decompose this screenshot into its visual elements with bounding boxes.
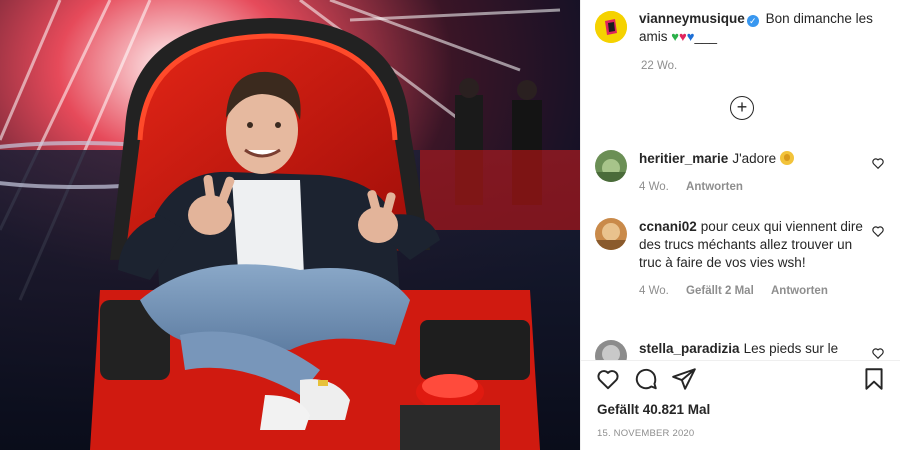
comment-body: heritier_marie J'adore 4 Wo. Antworten: [639, 150, 865, 196]
comment-text: J'adore: [732, 151, 777, 166]
comment-time[interactable]: 4 Wo.: [639, 285, 669, 297]
green-heart-icon: ♥: [671, 29, 679, 44]
clapping-hands-icon: [779, 151, 794, 165]
avatar-image: [595, 150, 627, 182]
caption-suffix: ___: [694, 29, 717, 44]
reply-button[interactable]: Antworten: [686, 181, 743, 193]
red-heart-icon: ♥: [679, 29, 687, 44]
post-photo[interactable]: [0, 0, 580, 450]
comment-item: stella_paradizia Les pieds sur le: [595, 340, 891, 360]
caption-timestamp[interactable]: 22 Wo.: [641, 60, 677, 72]
comment-username[interactable]: ccnani02: [639, 219, 697, 234]
bookmark-icon[interactable]: [861, 366, 887, 392]
action-bar: [595, 366, 887, 394]
commenter-avatar[interactable]: [595, 150, 627, 182]
comment-text: Les pieds sur le: [743, 341, 839, 356]
comment-likes-count[interactable]: Gefällt 2 Mal: [686, 285, 754, 297]
caption-text-block: vianneymusique ✓ Bon dimanche les amis ♥♥…: [639, 10, 891, 46]
comment-body: ccnani02 pour ceux qui viennent dire des …: [639, 218, 865, 300]
comment-meta: 4 Wo. Gefällt 2 Mal Antworten: [639, 282, 865, 300]
comment-heart-icon[interactable]: [871, 224, 885, 238]
heart-icon[interactable]: [595, 366, 621, 392]
comment-heart-icon[interactable]: [871, 346, 885, 360]
reply-button[interactable]: Antworten: [771, 285, 828, 297]
verified-badge-icon: ✓: [746, 15, 759, 27]
comment-icon[interactable]: [633, 366, 659, 392]
photo-illustration: [0, 0, 580, 450]
post-caption: vianneymusique ✓ Bon dimanche les amis ♥♥…: [595, 10, 891, 46]
avatar-image: [595, 218, 627, 250]
comment-heart-icon[interactable]: [871, 156, 885, 170]
author-avatar[interactable]: [595, 11, 627, 43]
commenter-avatar[interactable]: [595, 340, 627, 360]
actions-divider: [581, 360, 900, 361]
avatar-image: [595, 340, 627, 360]
post-sidebar: vianneymusique ✓ Bon dimanche les amis ♥♥…: [580, 0, 900, 450]
author-logo-icon: [595, 11, 627, 43]
commenter-avatar[interactable]: [595, 218, 627, 250]
comment-username[interactable]: heritier_marie: [639, 151, 728, 166]
author-username[interactable]: vianneymusique: [639, 11, 745, 26]
instagram-post-view: vianneymusique ✓ Bon dimanche les amis ♥♥…: [0, 0, 900, 450]
comment-time[interactable]: 4 Wo.: [639, 181, 669, 193]
plus-circle-icon[interactable]: +: [730, 96, 754, 120]
comment-username[interactable]: stella_paradizia: [639, 341, 740, 356]
comment-item: ccnani02 pour ceux qui viennent dire des …: [595, 218, 891, 300]
paper-plane-icon[interactable]: [671, 366, 697, 392]
comment-body: stella_paradizia Les pieds sur le: [639, 340, 865, 360]
likes-count[interactable]: Gefällt 40.821 Mal: [597, 402, 710, 417]
comment-item: heritier_marie J'adore 4 Wo. Antworten: [595, 150, 891, 196]
post-date[interactable]: 15. NOVEMBER 2020: [597, 428, 694, 439]
comment-meta: 4 Wo. Antworten: [639, 178, 865, 196]
